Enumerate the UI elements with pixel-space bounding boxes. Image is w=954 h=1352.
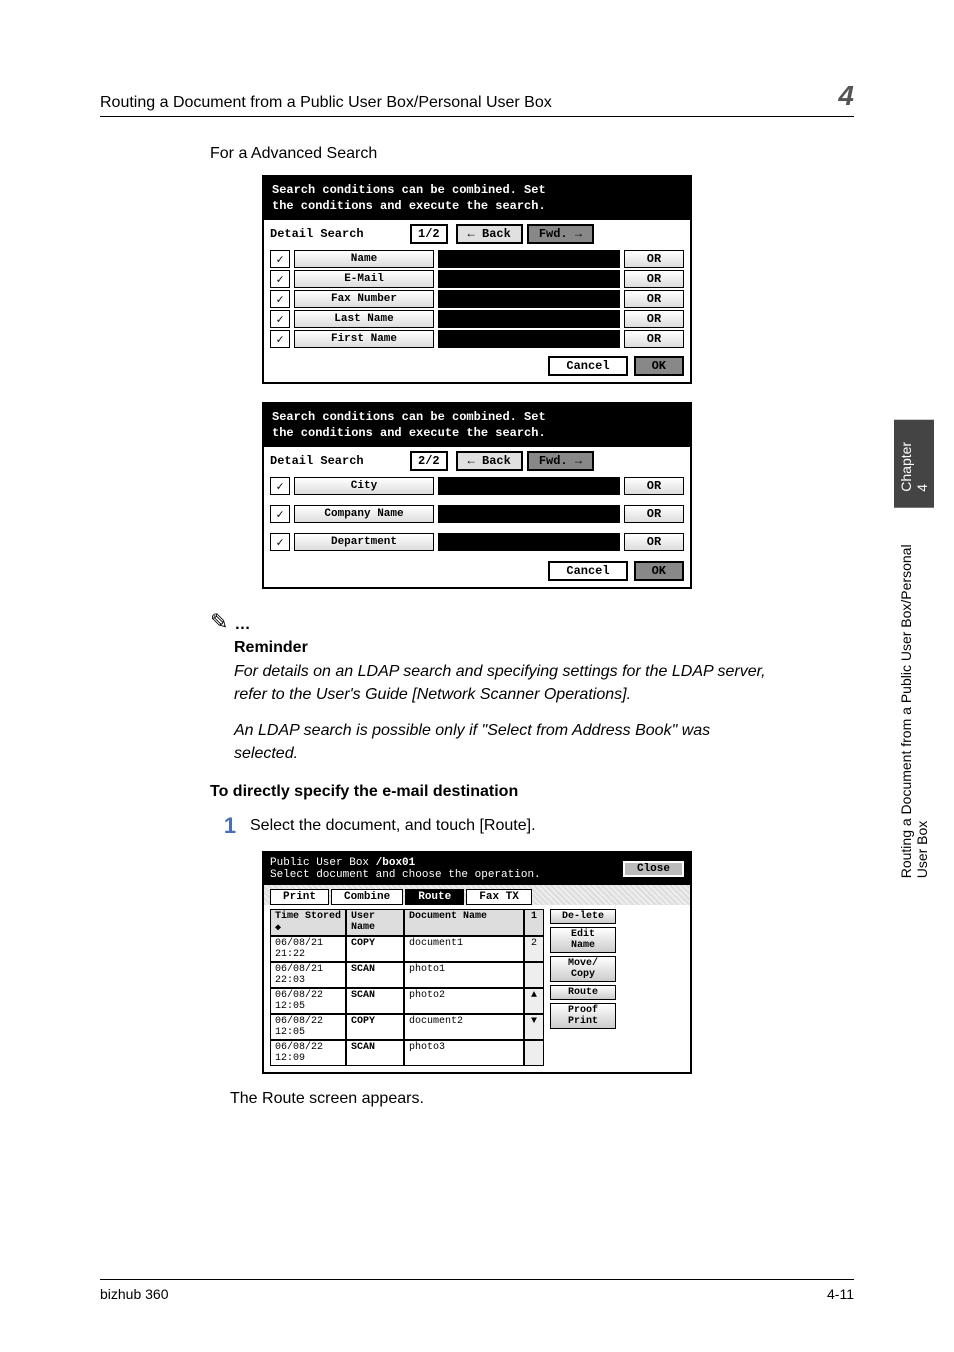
side-tab-title: Routing a Document from a Public User Bo…: [894, 508, 934, 890]
col-user: User Name: [346, 909, 404, 936]
tab-fax[interactable]: Fax TX: [466, 889, 532, 905]
field-firstname[interactable]: First Name: [294, 330, 434, 348]
side-tab-chapter: Chapter 4: [894, 420, 934, 508]
check-icon[interactable]: ✓: [270, 505, 290, 523]
footer-right: 4-11: [827, 1286, 854, 1302]
page-range-bot: 2: [524, 936, 544, 962]
side-tab: Chapter 4 Routing a Document from a Publ…: [900, 420, 928, 890]
table-row[interactable]: 06/08/22 12:09SCANphoto3: [270, 1040, 544, 1066]
scroll-up-icon[interactable]: ▲: [524, 988, 544, 1014]
result-text: The Route screen appears.: [230, 1090, 854, 1108]
field-value[interactable]: [438, 270, 620, 288]
col-doc: Document Name: [404, 909, 524, 936]
step-number: 1: [210, 813, 250, 839]
page-indicator: 1/2: [410, 224, 448, 244]
tab-combine[interactable]: Combine: [331, 889, 403, 905]
step-text: Select the document, and touch [Route].: [250, 813, 536, 839]
check-icon[interactable]: ✓: [270, 533, 290, 551]
page-footer: bizhub 360 4-11: [100, 1279, 854, 1302]
reminder-text-2: An LDAP search is possible only if "Sele…: [234, 720, 774, 765]
check-icon[interactable]: ✓: [270, 250, 290, 268]
page-header: Routing a Document from a Public User Bo…: [100, 80, 854, 117]
or-button[interactable]: OR: [624, 505, 684, 523]
table-row[interactable]: 06/08/22 12:05SCANphoto2▲: [270, 988, 544, 1014]
field-department[interactable]: Department: [294, 533, 434, 551]
fwd-button[interactable]: Fwd. →: [527, 451, 594, 471]
proof-print-button[interactable]: Proof Print: [550, 1003, 616, 1029]
field-company[interactable]: Company Name: [294, 505, 434, 523]
field-email[interactable]: E-Mail: [294, 270, 434, 288]
tab-print[interactable]: Print: [270, 889, 329, 905]
reminder-text-1: For details on an LDAP search and specif…: [234, 661, 774, 706]
field-city[interactable]: City: [294, 477, 434, 495]
header-title: Routing a Document from a Public User Bo…: [100, 94, 552, 112]
box-header: Public User Box /box01 Select document a…: [270, 857, 541, 881]
edit-name-button[interactable]: Edit Name: [550, 927, 616, 953]
close-button[interactable]: Close: [623, 861, 684, 877]
pencil-icon: ✎ …: [210, 609, 854, 635]
lcd-header: Search conditions can be combined. Set t…: [264, 404, 690, 447]
subsection-title: To directly specify the e-mail destinati…: [210, 783, 854, 801]
delete-button[interactable]: De-lete: [550, 909, 616, 924]
field-lastname[interactable]: Last Name: [294, 310, 434, 328]
field-value[interactable]: [438, 533, 620, 551]
field-value[interactable]: [438, 290, 620, 308]
user-box-screen: Public User Box /box01 Select document a…: [262, 851, 692, 1074]
cancel-button[interactable]: Cancel: [548, 561, 627, 581]
detail-search-label: Detail Search: [270, 227, 410, 241]
detail-search-label: Detail Search: [270, 454, 410, 468]
reminder-block: ✎ … Reminder For details on an LDAP sear…: [210, 609, 854, 765]
footer-left: bizhub 360: [100, 1286, 169, 1302]
field-value[interactable]: [438, 505, 620, 523]
table-row[interactable]: 06/08/22 12:05COPYdocument2▼: [270, 1014, 544, 1040]
fwd-button[interactable]: Fwd. →: [527, 224, 594, 244]
advanced-search-screen-1: Search conditions can be combined. Set t…: [262, 175, 692, 384]
field-name[interactable]: Name: [294, 250, 434, 268]
or-button[interactable]: OR: [624, 330, 684, 348]
check-icon[interactable]: ✓: [270, 477, 290, 495]
chapter-number: 4: [838, 80, 854, 112]
col-time[interactable]: Time Stored ◆: [270, 909, 346, 936]
tab-route[interactable]: Route: [405, 889, 464, 905]
section-title: For a Advanced Search: [210, 145, 854, 163]
field-value[interactable]: [438, 250, 620, 268]
field-value[interactable]: [438, 477, 620, 495]
field-value[interactable]: [438, 310, 620, 328]
reminder-title: Reminder: [234, 639, 854, 657]
field-fax[interactable]: Fax Number: [294, 290, 434, 308]
route-button[interactable]: Route: [550, 985, 616, 1000]
page-range-top: 1: [524, 909, 544, 936]
or-button[interactable]: OR: [624, 533, 684, 551]
ok-button[interactable]: OK: [634, 561, 684, 581]
cancel-button[interactable]: Cancel: [548, 356, 627, 376]
back-button[interactable]: ← Back: [456, 224, 523, 244]
tab-bar: Print Combine Route Fax TX: [264, 885, 690, 905]
advanced-search-screen-2: Search conditions can be combined. Set t…: [262, 402, 692, 589]
check-icon[interactable]: ✓: [270, 330, 290, 348]
or-button[interactable]: OR: [624, 477, 684, 495]
table-row[interactable]: 06/08/21 21:22COPYdocument12: [270, 936, 544, 962]
field-value[interactable]: [438, 330, 620, 348]
check-icon[interactable]: ✓: [270, 310, 290, 328]
back-button[interactable]: ← Back: [456, 451, 523, 471]
lcd-header: Search conditions can be combined. Set t…: [264, 177, 690, 220]
move-copy-button[interactable]: Move/ Copy: [550, 956, 616, 982]
or-button[interactable]: OR: [624, 310, 684, 328]
scroll-down-icon[interactable]: ▼: [524, 1014, 544, 1040]
page-indicator: 2/2: [410, 451, 448, 471]
or-button[interactable]: OR: [624, 270, 684, 288]
check-icon[interactable]: ✓: [270, 270, 290, 288]
or-button[interactable]: OR: [624, 290, 684, 308]
check-icon[interactable]: ✓: [270, 290, 290, 308]
table-row[interactable]: 06/08/21 22:03SCANphoto1: [270, 962, 544, 988]
or-button[interactable]: OR: [624, 250, 684, 268]
ok-button[interactable]: OK: [634, 356, 684, 376]
